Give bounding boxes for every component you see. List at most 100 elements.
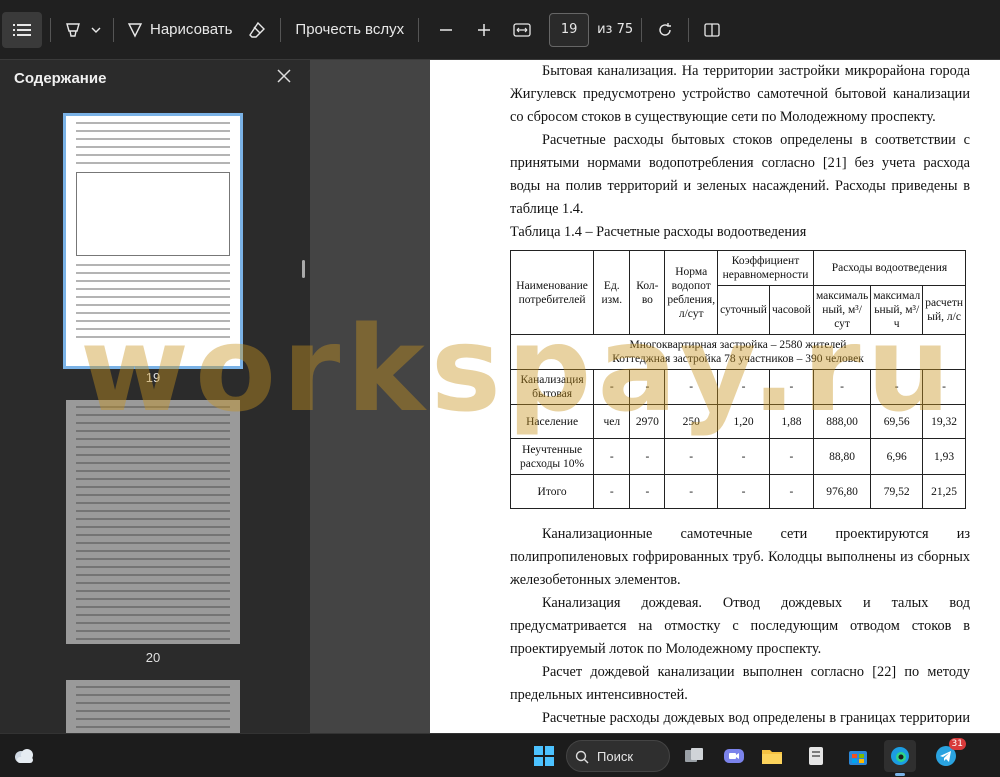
span-row: Многоквартирная застройка – 2580 жителей… xyxy=(510,334,966,370)
list-icon xyxy=(13,23,31,36)
cell: - xyxy=(629,474,666,509)
highlight-options-button[interactable] xyxy=(87,12,105,48)
cell: 1,93 xyxy=(922,438,966,475)
notification-badge: 31 xyxy=(948,738,966,750)
table-row: Канализация бытовая - - - - - - - - xyxy=(509,369,966,405)
edge-button[interactable] xyxy=(884,740,916,776)
header-coef: Коэффициент неравномерности xyxy=(717,250,814,286)
read-aloud-button[interactable]: Прочесть вслух xyxy=(289,12,410,48)
page-count-label: из 75 xyxy=(597,22,634,37)
close-icon xyxy=(277,69,291,83)
video-chat-icon xyxy=(724,749,744,763)
cloud-icon xyxy=(15,749,33,763)
cell: - xyxy=(629,369,666,405)
cell: - xyxy=(812,369,872,405)
two-page-icon xyxy=(704,22,720,37)
cell: чел xyxy=(593,404,631,439)
header-flow: Расходы водоотведения xyxy=(812,250,967,286)
eraser-icon xyxy=(249,21,266,38)
task-view-icon xyxy=(685,748,703,762)
thumbnail-page-number: 20 xyxy=(145,650,161,665)
cell: - xyxy=(664,474,719,509)
store-icon xyxy=(849,751,867,765)
divider xyxy=(641,17,643,42)
divider xyxy=(50,17,51,42)
divider xyxy=(688,17,690,42)
start-button[interactable] xyxy=(528,740,560,772)
task-view-button[interactable] xyxy=(678,740,710,772)
cell: - xyxy=(664,369,719,405)
header-coef-hour: часовой xyxy=(768,285,814,335)
cell: 250 xyxy=(664,404,719,439)
folder-icon xyxy=(762,750,782,764)
search-icon xyxy=(575,750,589,764)
cell: 976,80 xyxy=(812,474,872,509)
thumbnail-page-number: 19 xyxy=(145,370,161,385)
page-view-button[interactable] xyxy=(697,12,727,48)
page-thumbnail-20[interactable] xyxy=(66,400,240,644)
cell: Канализация бытовая xyxy=(509,369,595,405)
cell: Итого xyxy=(509,474,595,509)
zoom-out-button[interactable] xyxy=(431,12,461,48)
cell: - xyxy=(629,438,666,475)
cell: - xyxy=(717,474,770,509)
edge-icon xyxy=(891,747,909,765)
teams-button[interactable] xyxy=(718,740,750,772)
cell: 1,88 xyxy=(768,404,814,439)
cell: - xyxy=(922,369,966,405)
table-row: Неучтенные расходы 10% - - - - - 88,80 6… xyxy=(509,438,966,475)
highlight-button[interactable] xyxy=(59,12,87,48)
contents-sidebar: Содержание 19 20 xyxy=(0,60,310,733)
telegram-button[interactable]: 31 xyxy=(930,738,966,772)
cell: 21,25 xyxy=(922,474,966,509)
eraser-button[interactable] xyxy=(242,12,272,48)
cell: - xyxy=(768,438,814,475)
cell: 2970 xyxy=(629,404,666,439)
header-flow-calc: расчетн ый, л/с xyxy=(922,285,966,335)
span-row-line-1: Многоквартирная застройка – 2580 жителей xyxy=(629,339,847,351)
plus-icon xyxy=(478,23,491,36)
table-row: Население чел 2970 250 1,20 1,88 888,00 … xyxy=(509,404,966,439)
header-unit: Ед. изм. xyxy=(593,250,631,335)
windows-icon xyxy=(534,746,554,766)
draw-label: Нарисовать xyxy=(150,21,233,38)
weather-widget[interactable] xyxy=(8,740,40,772)
page-number-input[interactable]: 19 xyxy=(549,12,590,47)
cell: Население xyxy=(509,404,595,439)
table-of-contents-button[interactable] xyxy=(2,11,42,48)
divider xyxy=(280,17,282,42)
page-thumbnail-21[interactable] xyxy=(66,680,240,733)
sidebar-scrollbar[interactable] xyxy=(302,260,305,278)
cell: 888,00 xyxy=(812,404,872,439)
cell: - xyxy=(768,474,814,509)
table-caption: Таблица 1.4 – Расчетные расходы водоотве… xyxy=(510,224,807,240)
sidebar-title: Содержание xyxy=(14,70,107,87)
cell: - xyxy=(870,369,924,405)
cell: - xyxy=(717,369,770,405)
cell: 69,56 xyxy=(870,404,924,439)
cell: 1,20 xyxy=(717,404,770,439)
header-norm: Норма водопот ребления, л/сут xyxy=(664,250,719,335)
header-coef-day: суточный xyxy=(717,285,770,335)
document-page: Бытовая канализация. На территории застр… xyxy=(430,60,1000,733)
minus-icon xyxy=(440,28,453,31)
paragraph: Расчет дождевой канализации выполнен сог… xyxy=(510,664,970,703)
divider xyxy=(113,17,114,42)
store-button[interactable] xyxy=(842,740,874,772)
document-icon xyxy=(809,747,823,765)
close-sidebar-button[interactable] xyxy=(274,66,296,88)
draw-button[interactable]: Нарисовать xyxy=(122,12,242,48)
table-row: Итого - - - - - 976,80 79,52 21,25 xyxy=(509,474,966,509)
page-thumbnail-19[interactable] xyxy=(63,113,243,369)
zoom-in-button[interactable] xyxy=(469,12,499,48)
file-explorer-button[interactable] xyxy=(756,740,788,772)
chevron-down-icon xyxy=(91,27,101,33)
fit-page-button[interactable] xyxy=(507,12,537,48)
rotate-button[interactable] xyxy=(650,12,680,48)
cell: - xyxy=(593,474,631,509)
cell: 6,96 xyxy=(870,438,924,475)
cell: - xyxy=(593,438,631,475)
taskbar-search[interactable]: Поиск xyxy=(566,740,670,772)
document-viewport[interactable]: Бытовая канализация. На территории застр… xyxy=(310,60,1000,733)
file-manager-button[interactable] xyxy=(800,740,832,772)
